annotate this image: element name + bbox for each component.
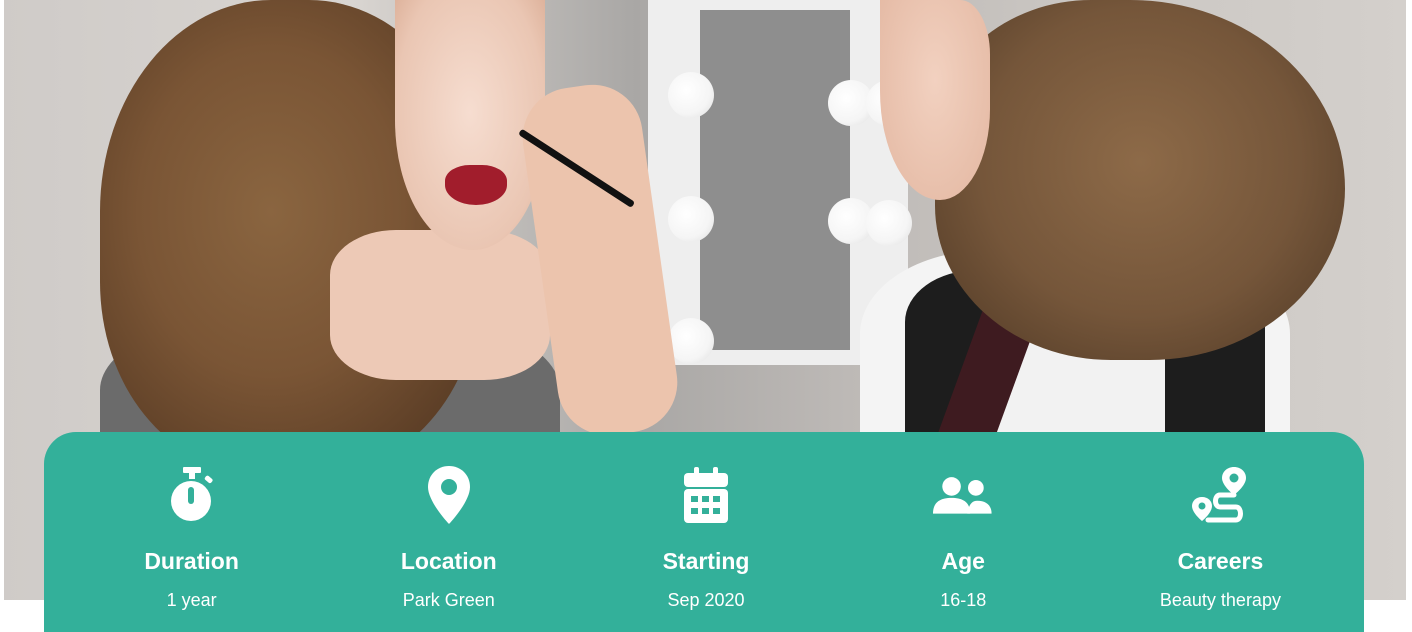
info-value: 1 year — [166, 590, 217, 610]
info-title: Starting — [662, 548, 750, 574]
info-value: Sep 2020 — [667, 590, 745, 610]
info-duration: Duration 1 year — [63, 460, 320, 611]
info-value: Park Green — [402, 590, 495, 610]
info-title: Location — [400, 548, 497, 574]
mirror-bulb — [668, 196, 714, 242]
info-age: Age 16-18 — [835, 460, 1092, 611]
info-location: Location Park Green — [320, 460, 577, 611]
model-neck — [330, 230, 550, 380]
course-info-grid: Duration 1 year Location Park Green Star… — [63, 460, 1349, 611]
info-title: Duration — [144, 548, 239, 574]
mirror-glass — [700, 10, 850, 350]
info-title: Age — [941, 548, 985, 574]
info-value: 16-18 — [940, 590, 987, 610]
stopwatch-icon — [162, 460, 222, 530]
model-face — [395, 0, 545, 250]
model-lips — [445, 165, 507, 205]
info-careers: Careers Beauty therapy — [1092, 460, 1349, 611]
mirror-bulb — [668, 72, 714, 118]
map-pin-icon — [419, 460, 479, 530]
page-edge — [1406, 0, 1412, 600]
mirror-bulb — [668, 318, 714, 364]
calendar-icon — [676, 460, 736, 530]
info-starting: Starting Sep 2020 — [577, 460, 834, 611]
info-title: Careers — [1177, 548, 1264, 574]
users-icon — [933, 460, 993, 530]
info-value: Beauty therapy — [1159, 590, 1281, 610]
mirror-bulb — [866, 200, 912, 246]
page-edge — [0, 0, 4, 600]
route-icon — [1190, 460, 1250, 530]
